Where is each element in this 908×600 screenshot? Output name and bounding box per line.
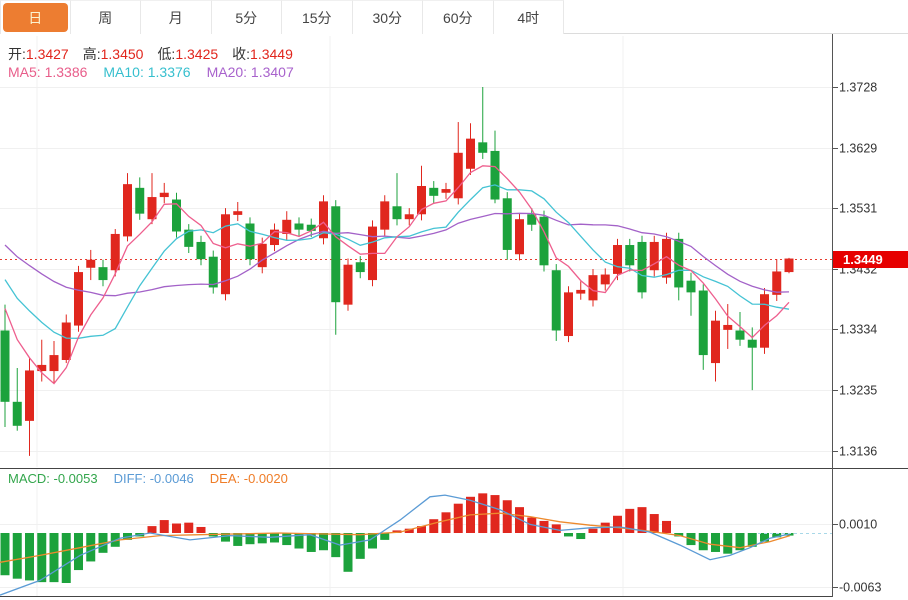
macd-bar bbox=[319, 533, 328, 550]
candle-body bbox=[405, 214, 414, 219]
candle-body bbox=[613, 245, 622, 274]
macd-bar bbox=[711, 533, 720, 552]
macd-bar bbox=[368, 533, 377, 549]
candle-body bbox=[540, 217, 549, 266]
candle-body bbox=[123, 184, 132, 236]
macd-bar bbox=[37, 533, 46, 582]
candle-body bbox=[184, 230, 193, 247]
candle-body bbox=[148, 197, 157, 219]
macd-bar bbox=[380, 533, 389, 540]
price-chart-canvas[interactable]: 1.37281.36291.35311.34321.33341.32351.31… bbox=[0, 0, 908, 600]
macd-bar bbox=[13, 533, 22, 579]
candle-body bbox=[576, 290, 585, 294]
candle-body bbox=[295, 224, 304, 230]
macd-bar bbox=[74, 533, 83, 570]
candle-body bbox=[601, 275, 610, 285]
candle-body bbox=[393, 206, 402, 219]
y-axis-label: 1.3334 bbox=[839, 323, 877, 337]
candle-body bbox=[699, 291, 708, 356]
candle-body bbox=[74, 272, 83, 325]
macd-bar bbox=[148, 526, 157, 533]
macd-bar bbox=[662, 521, 671, 533]
candle-body bbox=[356, 262, 365, 272]
candle-body bbox=[135, 188, 144, 214]
macd-bar bbox=[1, 533, 10, 575]
y-axis-label: 1.3531 bbox=[839, 202, 877, 216]
macd-bar bbox=[233, 533, 242, 546]
candle-body bbox=[552, 270, 561, 330]
candle-body bbox=[711, 321, 720, 363]
candle-body bbox=[209, 257, 218, 288]
macd-bar bbox=[429, 519, 438, 533]
macd-bar bbox=[576, 533, 585, 539]
macd-bar bbox=[344, 533, 353, 572]
candle-body bbox=[515, 219, 524, 254]
macd-bar bbox=[246, 533, 255, 544]
candle-body bbox=[111, 234, 120, 270]
candle-body bbox=[625, 245, 634, 265]
candle-body bbox=[429, 188, 438, 196]
candle-body bbox=[466, 139, 475, 169]
candle-body bbox=[344, 265, 353, 305]
macd-bar bbox=[172, 524, 181, 533]
candle-body bbox=[638, 242, 647, 292]
macd-bar bbox=[160, 520, 169, 533]
candle-body bbox=[442, 189, 451, 193]
candlestick-chart-app: 日周月5分15分30分60分4时 开:1.3427高:1.3450低:1.342… bbox=[0, 0, 908, 600]
macd-bar bbox=[564, 533, 573, 536]
macd-bar bbox=[515, 507, 524, 533]
ma20-line bbox=[5, 213, 789, 295]
candle-body bbox=[503, 198, 512, 250]
macd-bar bbox=[589, 529, 598, 533]
candle-body bbox=[197, 242, 206, 259]
macd-bar bbox=[478, 493, 487, 533]
candle-body bbox=[86, 260, 95, 268]
last-price-badge-text: 1.3449 bbox=[843, 252, 883, 267]
candle-body bbox=[331, 206, 340, 302]
candle-body bbox=[99, 267, 108, 280]
macd-bar bbox=[503, 500, 512, 533]
macd-bar bbox=[282, 533, 291, 545]
macd-bar bbox=[184, 523, 193, 533]
candle-body bbox=[25, 370, 34, 420]
candle-body bbox=[478, 142, 487, 152]
y-axis-label: 1.3728 bbox=[839, 81, 877, 95]
candle-body bbox=[50, 355, 59, 371]
candle-body bbox=[760, 294, 769, 347]
macd-bar bbox=[723, 533, 732, 554]
macd-bar bbox=[638, 507, 647, 533]
candle-body bbox=[748, 340, 757, 348]
macd-bar bbox=[50, 533, 59, 582]
candle-body bbox=[13, 402, 22, 426]
candle-body bbox=[564, 292, 573, 336]
candle-body bbox=[62, 322, 71, 360]
macd-axis-label: 0.0010 bbox=[839, 518, 877, 532]
macd-bar bbox=[62, 533, 71, 583]
candle-body bbox=[736, 330, 745, 339]
candle-body bbox=[258, 244, 267, 267]
macd-bar bbox=[86, 533, 95, 561]
y-axis-label: 1.3136 bbox=[839, 445, 877, 459]
candle-body bbox=[233, 211, 242, 215]
candle-body bbox=[491, 151, 500, 200]
candle-body bbox=[1, 330, 10, 401]
y-axis-label: 1.3235 bbox=[839, 384, 877, 398]
candle-body bbox=[307, 225, 316, 231]
macd-bar bbox=[356, 533, 365, 559]
macd-axis-label: -0.0063 bbox=[839, 581, 881, 595]
macd-bar bbox=[197, 527, 206, 533]
macd-bar bbox=[650, 514, 659, 533]
candle-body bbox=[785, 259, 794, 273]
y-axis-label: 1.3629 bbox=[839, 142, 877, 156]
candle-body bbox=[380, 201, 389, 229]
candle-body bbox=[160, 193, 169, 197]
candle-body bbox=[687, 281, 696, 293]
macd-bar bbox=[442, 512, 451, 533]
macd-bar bbox=[613, 516, 622, 533]
candle-body bbox=[723, 325, 732, 330]
macd-bar bbox=[258, 533, 267, 543]
